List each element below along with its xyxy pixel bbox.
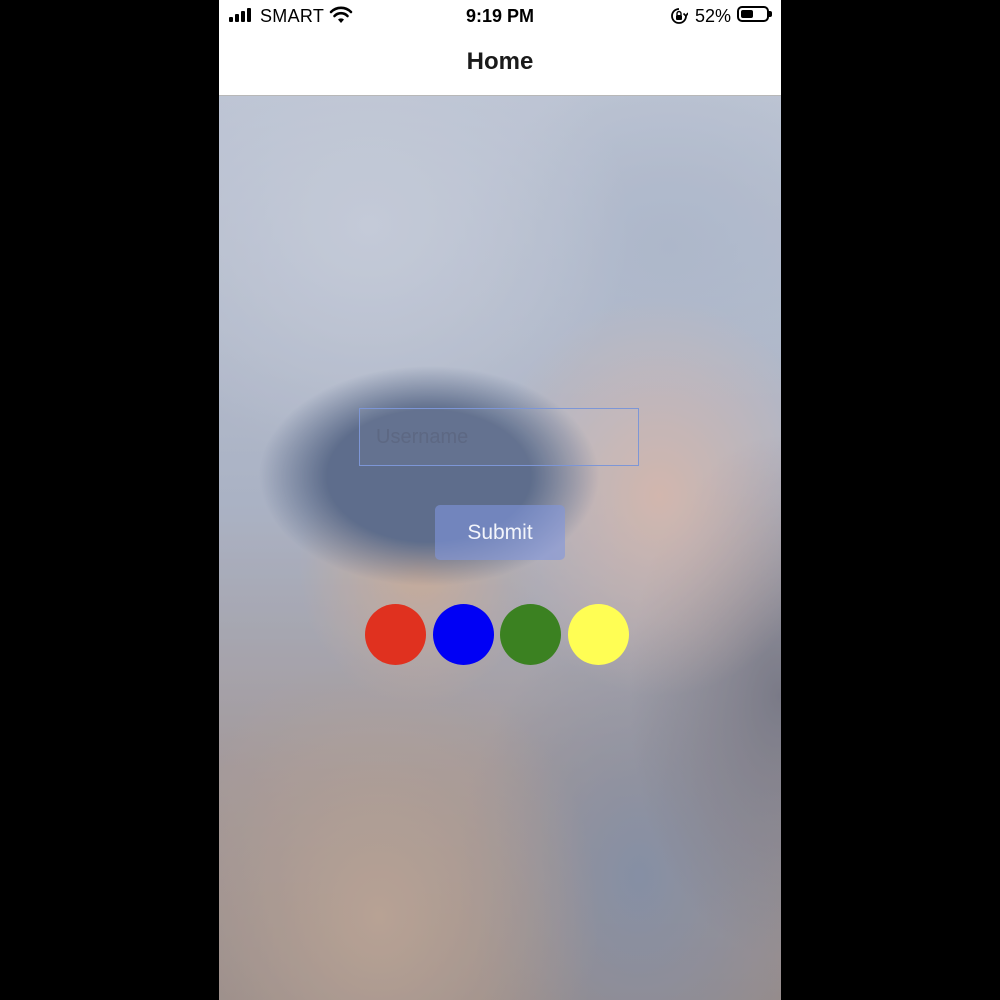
color-swatch-red[interactable] <box>365 604 426 665</box>
battery-level <box>741 10 753 18</box>
battery-icon <box>737 6 772 22</box>
color-swatch-yellow[interactable] <box>568 604 629 665</box>
submit-button[interactable]: Submit <box>435 505 565 560</box>
color-swatches <box>365 604 635 666</box>
page-title: Home <box>466 48 534 75</box>
phone-screen: SMART 9:19 PM 52% Home Submit <box>219 0 781 1000</box>
battery-percent: 52% <box>695 6 732 26</box>
color-swatch-green[interactable] <box>500 604 561 665</box>
rotation-lock-icon <box>671 8 688 24</box>
color-swatch-blue[interactable] <box>433 604 494 665</box>
navigation-bar: Home <box>219 32 781 96</box>
status-bar: SMART 9:19 PM 52% <box>219 0 781 32</box>
username-input[interactable] <box>359 408 639 466</box>
